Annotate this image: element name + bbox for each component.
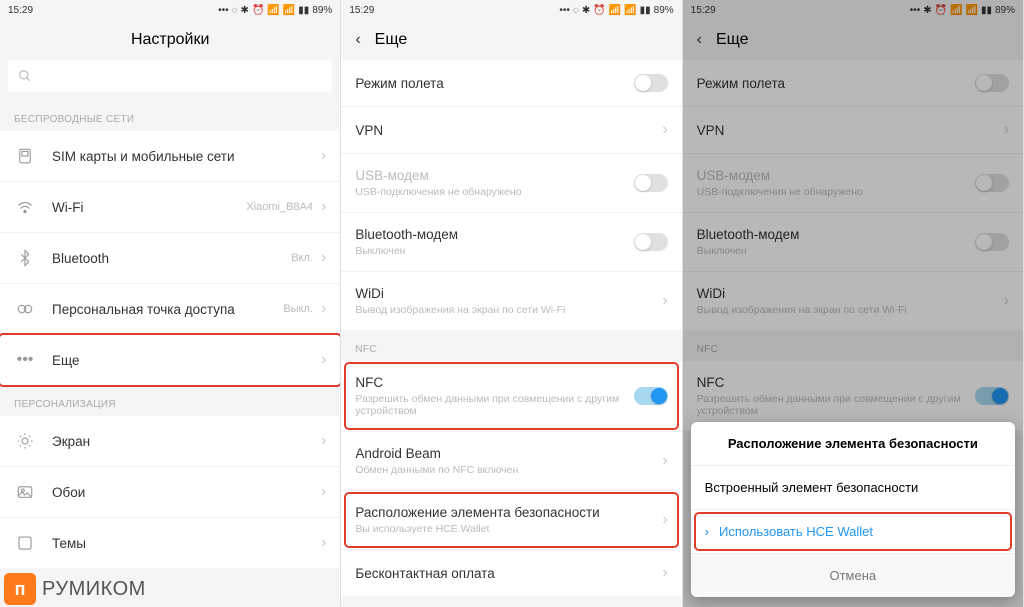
watermark-logo: п РУМИКОМ — [4, 573, 146, 605]
chevron-right-icon: › — [321, 198, 326, 216]
image-icon — [14, 481, 36, 503]
sheet-title: Расположение элемента безопасности — [691, 422, 1015, 466]
bt-status: Вкл. — [291, 252, 313, 264]
row-wifi[interactable]: Wi-Fi Xiaomi_B8A4 › — [0, 182, 340, 233]
row-bt-modem[interactable]: Bluetooth-модемВыключен — [341, 213, 681, 272]
toggle-airplane[interactable] — [634, 74, 668, 92]
chevron-right-icon: › — [321, 432, 326, 450]
row-secure-element[interactable]: Расположение элемента безопасностиВы исп… — [341, 491, 681, 550]
sheet-cancel[interactable]: Отмена — [691, 554, 1015, 597]
chevron-right-icon: › — [321, 249, 326, 267]
sheet-option-builtin[interactable]: Встроенный элемент безопасности — [691, 466, 1015, 510]
screen-more-dialog: 15:29 •••✱⏰📶📶▮▮89% ‹ Еще Режим полета VP… — [683, 0, 1024, 607]
card-wireless: SIM карты и мобильные сети › Wi-Fi Xiaom… — [0, 131, 340, 385]
row-usb-modem: USB-модемUSB-подключения не обнаружено — [341, 154, 681, 213]
status-time: 15:29 — [8, 5, 33, 16]
toggle-btm[interactable] — [634, 233, 668, 251]
row-airplane[interactable]: Режим полета — [341, 60, 681, 107]
status-battery: 89% — [312, 5, 332, 16]
chevron-right-icon: › — [321, 483, 326, 501]
wifi-status: Xiaomi_B8A4 — [246, 201, 313, 213]
page-title-more: ‹ Еще — [341, 20, 681, 60]
chevron-right-icon: › — [321, 300, 326, 318]
row-bluetooth[interactable]: Bluetooth Вкл. › — [0, 233, 340, 284]
row-hotspot[interactable]: Персональная точка доступа Выкл. › — [0, 284, 340, 335]
row-contactless[interactable]: Бесконтактная оплата › — [341, 550, 681, 596]
screen-settings: 15:29 •••◌✱⏰📶📶▮▮ 89% Настройки БЕСПРОВОД… — [0, 0, 341, 607]
row-themes[interactable]: Темы › — [0, 518, 340, 568]
search-icon — [18, 69, 32, 83]
check-icon: › — [705, 524, 709, 539]
display-icon — [14, 430, 36, 452]
chevron-right-icon: › — [662, 564, 667, 582]
chevron-right-icon: › — [321, 147, 326, 165]
toggle-nfc[interactable] — [634, 387, 668, 405]
back-button[interactable]: ‹ — [355, 31, 360, 49]
toggle-usb — [634, 174, 668, 192]
chevron-right-icon: › — [321, 351, 326, 369]
status-bar: 15:29 •••◌✱⏰📶📶▮▮ 89% — [0, 0, 340, 20]
row-vpn[interactable]: VPN › — [341, 107, 681, 154]
status-bar: 15:29 •••◌✱⏰📶📶▮▮89% — [341, 0, 681, 20]
themes-icon — [14, 532, 36, 554]
row-display[interactable]: Экран › — [0, 416, 340, 467]
row-android-beam[interactable]: Android BeamОбмен данными по NFC включен… — [341, 432, 681, 491]
chevron-right-icon: › — [662, 121, 667, 139]
wifi-icon — [14, 196, 36, 218]
hotspot-icon — [14, 298, 36, 320]
row-sim[interactable]: SIM карты и мобильные сети › — [0, 131, 340, 182]
screen-more: 15:29 •••◌✱⏰📶📶▮▮89% ‹ Еще Режим полета V… — [341, 0, 682, 607]
card-personal: Экран › Обои › Темы › — [0, 416, 340, 568]
section-header-personalization: ПЕРСОНАЛИЗАЦИЯ — [0, 385, 340, 416]
logo-text: РУМИКОМ — [42, 578, 146, 601]
page-title: Настройки — [0, 20, 340, 60]
hotspot-status: Выкл. — [283, 303, 313, 315]
more-icon: ••• — [14, 349, 36, 371]
chevron-right-icon: › — [662, 511, 667, 529]
bluetooth-icon — [14, 247, 36, 269]
row-nfc[interactable]: NFCРазрешить обмен данными при совмещени… — [341, 361, 681, 432]
row-wallpaper[interactable]: Обои › — [0, 467, 340, 518]
sim-icon — [14, 145, 36, 167]
section-header-wireless: БЕСПРОВОДНЫЕ СЕТИ — [0, 100, 340, 131]
action-sheet: Расположение элемента безопасности Встро… — [691, 422, 1015, 597]
sheet-option-hce[interactable]: › Использовать HCE Wallet — [691, 510, 1015, 554]
search-input[interactable] — [8, 60, 332, 92]
chevron-right-icon: › — [662, 292, 667, 310]
chevron-right-icon: › — [321, 534, 326, 552]
row-widi[interactable]: WiDiВывод изображения на экран по сети W… — [341, 272, 681, 330]
section-header-nfc: NFC — [341, 330, 681, 361]
logo-icon: п — [4, 573, 36, 605]
chevron-right-icon: › — [662, 452, 667, 470]
row-more[interactable]: ••• Еще › — [0, 335, 340, 385]
status-icons: •••◌✱⏰📶📶▮▮ 89% — [218, 5, 332, 16]
